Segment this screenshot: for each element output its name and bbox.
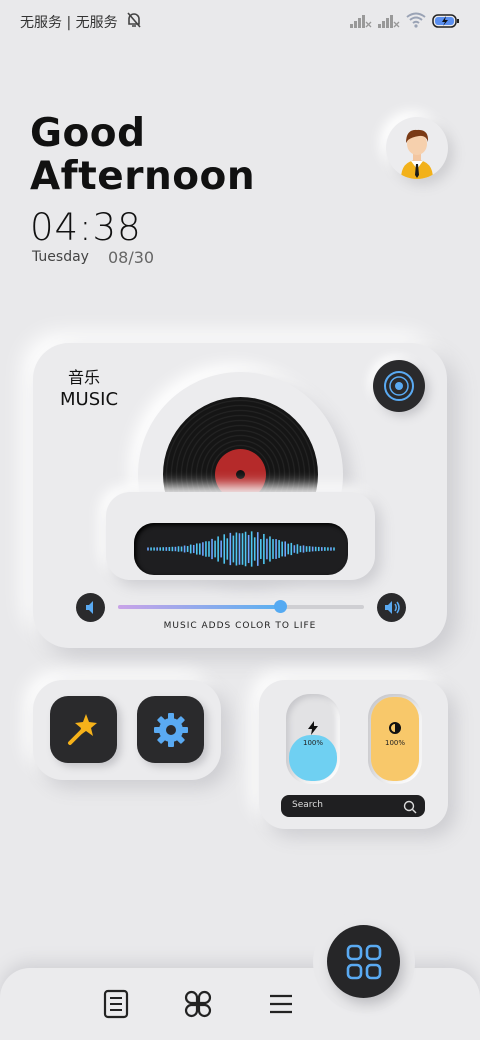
greeting-line-2: Afternoon xyxy=(30,154,256,199)
brightness-level-pill[interactable]: 100% xyxy=(368,694,422,784)
search-placeholder: Search xyxy=(292,800,323,810)
avatar[interactable] xyxy=(386,117,448,179)
volume-up-button[interactable] xyxy=(377,593,406,622)
speaker-high-icon xyxy=(385,601,400,614)
carrier-label: 无服务 | 无服务 xyxy=(20,15,118,31)
search-icon[interactable] xyxy=(403,799,417,818)
settings-button[interactable] xyxy=(137,696,204,763)
power-level-pill[interactable]: 100% xyxy=(286,694,340,784)
vinyl-disc-button[interactable] xyxy=(373,360,425,412)
lightning-icon xyxy=(286,721,340,735)
greeting: Good Afternoon xyxy=(30,112,255,198)
apps-grid-icon xyxy=(346,944,381,979)
music-title-en: MUSIC xyxy=(60,389,119,410)
music-title-cn: 音乐 xyxy=(68,368,101,387)
volume-slider-fill xyxy=(118,605,281,609)
menu-icon xyxy=(270,994,292,1014)
brightness-icon xyxy=(368,721,422,735)
document-icon xyxy=(103,989,129,1019)
record-spindle-hole xyxy=(236,470,245,479)
power-percent: 100% xyxy=(302,739,323,747)
nav-notes-button[interactable] xyxy=(101,989,131,1019)
speaker-low-icon xyxy=(86,601,93,614)
signal-icon xyxy=(350,13,372,32)
search-input[interactable]: Search xyxy=(281,795,425,817)
signal-icon xyxy=(378,13,400,32)
vinyl-disc-icon xyxy=(384,371,414,401)
music-slogan: MUSIC ADDS COLOR TO LIFE xyxy=(163,621,317,631)
date-label: 08/30 xyxy=(108,248,155,267)
volume-down-button[interactable] xyxy=(76,593,105,622)
status-icons xyxy=(350,12,460,32)
volume-slider[interactable] xyxy=(118,600,364,613)
nav-widgets-button[interactable] xyxy=(183,989,213,1019)
clover-icon xyxy=(184,990,212,1018)
mute-bell-icon xyxy=(126,11,142,33)
battery-charging-icon xyxy=(432,13,460,32)
status-bar: 无服务 | 无服务 xyxy=(0,0,480,42)
brightness-percent: 100% xyxy=(384,739,405,747)
magic-wand-icon xyxy=(67,713,97,745)
clock-time: 04:38 xyxy=(30,206,142,249)
apps-fab-button[interactable] xyxy=(327,925,400,998)
greeting-line-1: Good xyxy=(30,111,146,156)
magic-wand-button[interactable] xyxy=(50,696,117,763)
gear-icon xyxy=(153,712,188,747)
wifi-icon xyxy=(406,12,426,32)
nav-menu-button[interactable] xyxy=(266,989,296,1019)
audio-waveform xyxy=(134,523,348,575)
weekday-label: Tuesday xyxy=(32,249,89,265)
